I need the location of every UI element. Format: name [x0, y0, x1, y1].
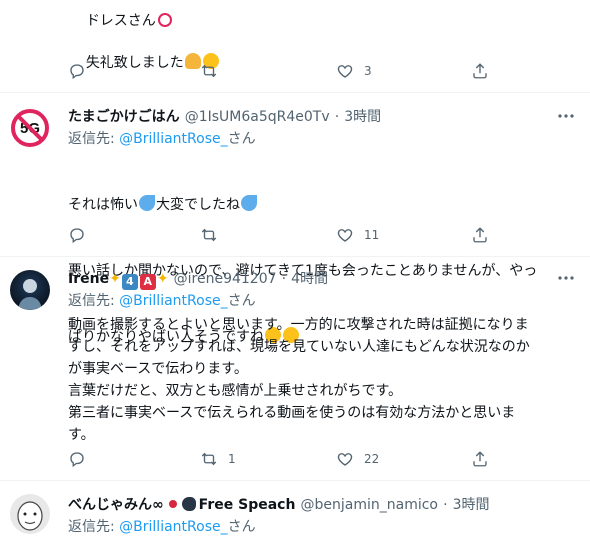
share-button[interactable] [471, 226, 489, 244]
retweet-icon [201, 452, 217, 466]
tweet-header: Irene✦ 4 A ✦ @irene941207 · 4時間 [68, 268, 328, 290]
red-circle-icon [157, 13, 172, 27]
person-avatar-icon [18, 279, 42, 310]
reply-icon [70, 228, 84, 244]
timestamp[interactable]: 3時間 [453, 497, 490, 513]
reply-button[interactable] [68, 62, 86, 80]
reply-to-label: 返信先: [68, 519, 120, 535]
retweet-button[interactable] [200, 62, 218, 80]
user-handle[interactable]: @irene941207 [174, 271, 277, 287]
like-button[interactable]: 22 [336, 450, 379, 468]
tweet-text: 動画を撮影するとよいと思います。一方的に攻撃された時は証拠になりま すし、それを… [68, 317, 530, 443]
user-handle[interactable]: @1IsUM6a5qR4e0Tv [185, 109, 330, 125]
more-button[interactable] [556, 106, 576, 126]
tweet-text-line1b: 大変でしたね [156, 197, 240, 213]
share-icon [473, 227, 487, 243]
more-button[interactable] [556, 268, 576, 288]
sparkles-icon: ✦ [156, 271, 169, 287]
timestamp[interactable]: 3時間 [344, 109, 381, 125]
reply-to-line: 返信先: @BrilliantRose_さん [68, 290, 256, 310]
sweat-droplets-emoji [241, 195, 257, 211]
bowing-person-emoji [184, 53, 201, 69]
more-icon [558, 276, 574, 280]
divider [0, 256, 590, 257]
reply-button[interactable] [68, 450, 86, 468]
tweet-partial[interactable]: ドレスさん 失礼致しました [0, 0, 590, 90]
reply-to-suffix: さん [227, 519, 256, 535]
reply-icon [70, 452, 84, 468]
reply-to-line: 返信先: @BrilliantRose_さん [68, 128, 256, 148]
like-button[interactable]: 11 [336, 226, 379, 244]
speaking-head-icon [181, 497, 196, 511]
avatar[interactable] [10, 270, 50, 310]
reply-to-suffix: さん [227, 131, 256, 147]
reply-to-label: 返信先: [68, 131, 120, 147]
reply-to-line: 返信先: @BrilliantRose_さん [68, 516, 256, 536]
reply-icon [70, 64, 84, 80]
tweet-text: 失礼致しました [68, 30, 220, 96]
retweet-button[interactable]: 1 [200, 450, 236, 468]
no-5g-avatar-icon: 5G [11, 109, 49, 147]
reply-to-link[interactable]: @BrilliantRose_ [119, 293, 227, 309]
retweet-button[interactable] [200, 226, 218, 244]
sweat-droplets-emoji [139, 195, 155, 211]
like-count: 22 [364, 452, 380, 466]
separator-dot: · [334, 109, 340, 125]
like-icon [337, 229, 353, 242]
display-name-suffix: Free Speach [198, 497, 296, 513]
reply-button[interactable] [68, 226, 86, 244]
divider [0, 92, 590, 93]
share-icon [473, 451, 487, 467]
reply-to-label: 返信先: [68, 293, 120, 309]
like-count: 11 [364, 228, 380, 242]
share-button[interactable] [471, 450, 489, 468]
more-icon [558, 114, 574, 118]
like-button[interactable]: 3 [336, 62, 372, 80]
like-icon [337, 65, 353, 78]
timestamp[interactable]: 4時間 [291, 271, 328, 287]
avatar[interactable]: 5G [10, 108, 50, 148]
divider [0, 480, 590, 481]
separator-dot: · [281, 271, 287, 287]
retweet-count: 1 [228, 452, 236, 466]
retweet-icon [201, 228, 217, 242]
like-count: 3 [364, 64, 372, 78]
tweet-header: べんじゃみん∞ Free Speach @benjamin_namico · 3時… [68, 494, 490, 514]
display-name[interactable]: たまごかけごはん [68, 109, 180, 125]
reply-to-suffix: さん [227, 293, 256, 309]
keycap-badge: 4 [121, 274, 138, 290]
display-name[interactable]: べんじゃみん∞ [68, 497, 164, 513]
separator-dot: · [443, 497, 448, 513]
share-button[interactable] [471, 62, 489, 80]
tweet-header: たまごかけごはん @1IsUM6a5qR4e0Tv · 3時間 [68, 106, 381, 126]
tweet-text-line1a: それは怖い [68, 197, 138, 213]
share-icon [473, 63, 487, 79]
user-handle[interactable]: @benjamin_namico [301, 497, 438, 513]
retweet-icon [201, 64, 217, 78]
reply-to-link[interactable]: @BrilliantRose_ [119, 519, 227, 535]
like-icon [337, 453, 353, 466]
avatar[interactable] [10, 494, 50, 534]
display-name[interactable]: Irene [68, 271, 109, 287]
sparkles-icon: ✦ [109, 271, 121, 287]
japan-flag-icon [165, 497, 180, 511]
sketch-face-avatar-icon [17, 501, 43, 531]
letter-badge: A [139, 274, 156, 290]
reply-to-link[interactable]: @BrilliantRose_ [119, 131, 227, 147]
